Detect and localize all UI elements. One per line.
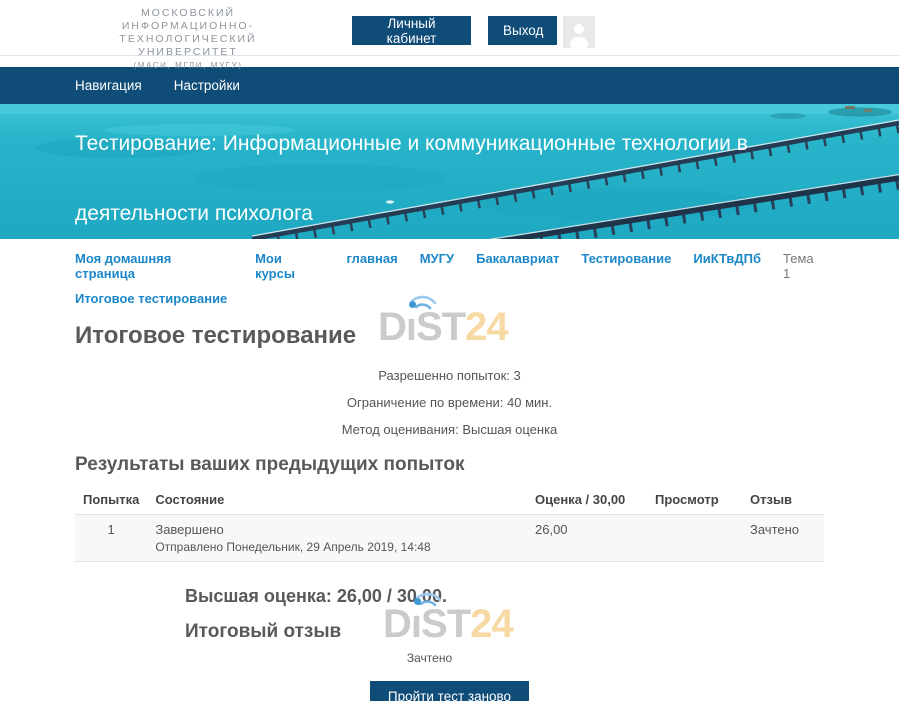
breadcrumb-link-home[interactable]: Моя домашняя страница [75, 251, 233, 281]
results-heading: Результаты ваших предыдущих попыток [75, 453, 824, 477]
breadcrumb-item-topic1: Тема 1 [783, 251, 824, 281]
quiz-title: Итоговое тестирование [75, 322, 824, 350]
breadcrumb-row2: Итоговое тестирование [75, 291, 824, 306]
breadcrumb-link-main[interactable]: главная [346, 251, 397, 281]
attempt-submitted-detail: Отправлено Понедельник, 29 Апрель 2019, … [155, 540, 519, 554]
logo-line: УНИВЕРСИТЕТ [62, 46, 314, 59]
attempts-table: Попытка Состояние Оценка / 30,00 Просмот… [75, 485, 824, 562]
breadcrumb-link-iiktvdpb[interactable]: ИиКТвДПб [693, 251, 761, 281]
breadcrumb-link-testing[interactable]: Тестирование [581, 251, 671, 281]
final-grade-block: Высшая оценка: 26,00 / 30,00. Итоговый о… [185, 586, 824, 643]
logo-line: МОСКОВСКИЙ [62, 7, 314, 20]
col-header-feedback: Отзыв [742, 485, 824, 515]
attempt-state-cell: Завершено Отправлено Понедельник, 29 Апр… [147, 515, 527, 562]
attempts-table-head: Попытка Состояние Оценка / 30,00 Просмот… [75, 485, 824, 515]
breadcrumb-link-final-test[interactable]: Итоговое тестирование [75, 291, 227, 306]
attempt-number-cell: 1 [75, 515, 147, 562]
personal-cabinet-button[interactable]: Личный кабинет [352, 16, 471, 45]
hero-banner: Тестирование: Информационные и коммуника… [0, 104, 899, 239]
page-hero-title: Тестирование: Информационные и коммуника… [75, 109, 760, 239]
breadcrumb: Моя домашняя страница Мои курсы главная … [75, 251, 824, 281]
quiz-info: Разрешенно попыток: 3 Ограничение по вре… [75, 362, 824, 443]
retake-button-container: Пройти тест заново [75, 681, 824, 701]
logo-line: ИНФОРМАЦИОННО-ТЕХНОЛОГИЧЕСКИЙ [62, 20, 314, 46]
attempts-table-body: 1 Завершено Отправлено Понедельник, 29 А… [75, 515, 824, 562]
user-avatar[interactable] [563, 16, 595, 48]
logo-line: (МАСИ, МГЛИ, МУГУ) [62, 60, 314, 71]
logout-button[interactable]: Выход [488, 16, 557, 45]
nav-item-navigation[interactable]: Навигация [75, 78, 142, 93]
col-header-attempt: Попытка [75, 485, 147, 515]
col-header-review: Просмотр [647, 485, 742, 515]
retake-quiz-button[interactable]: Пройти тест заново [370, 681, 529, 701]
final-feedback-value: Зачтено [75, 651, 784, 665]
best-grade-text: Высшая оценка: 26,00 / 30,00. [185, 586, 824, 607]
attempt-state: Завершено [155, 522, 519, 537]
attempts-allowed-text: Разрешенно попыток: 3 [75, 362, 824, 389]
breadcrumb-link-mugu[interactable]: МУГУ [420, 251, 454, 281]
university-logo: МОСКОВСКИЙ ИНФОРМАЦИОННО-ТЕХНОЛОГИЧЕСКИЙ… [62, 7, 314, 71]
main-navbar: Навигация Настройки [0, 67, 899, 104]
final-feedback-heading: Итоговый отзыв [185, 621, 824, 643]
breadcrumb-link-my-courses[interactable]: Мои курсы [255, 251, 324, 281]
site-header: МОСКОВСКИЙ ИНФОРМАЦИОННО-ТЕХНОЛОГИЧЕСКИЙ… [0, 0, 899, 56]
grading-method-text: Метод оценивания: Высшая оценка [75, 416, 824, 443]
attempt-review-cell [647, 515, 742, 562]
attempt-grade-cell: 26,00 [527, 515, 647, 562]
nav-item-settings[interactable]: Настройки [174, 78, 240, 93]
time-limit-text: Ограничение по времени: 40 мин. [75, 389, 824, 416]
person-icon [566, 21, 592, 48]
col-header-state: Состояние [147, 485, 527, 515]
table-header-row: Попытка Состояние Оценка / 30,00 Просмот… [75, 485, 824, 515]
attempt-feedback-cell: Зачтено [742, 515, 824, 562]
col-header-grade: Оценка / 30,00 [527, 485, 647, 515]
breadcrumb-link-bachelor[interactable]: Бакалавриат [476, 251, 559, 281]
attempt-row: 1 Завершено Отправлено Понедельник, 29 А… [75, 515, 824, 562]
main-content: DıST24 DıST24 Моя домашняя страница Мои … [0, 251, 899, 701]
